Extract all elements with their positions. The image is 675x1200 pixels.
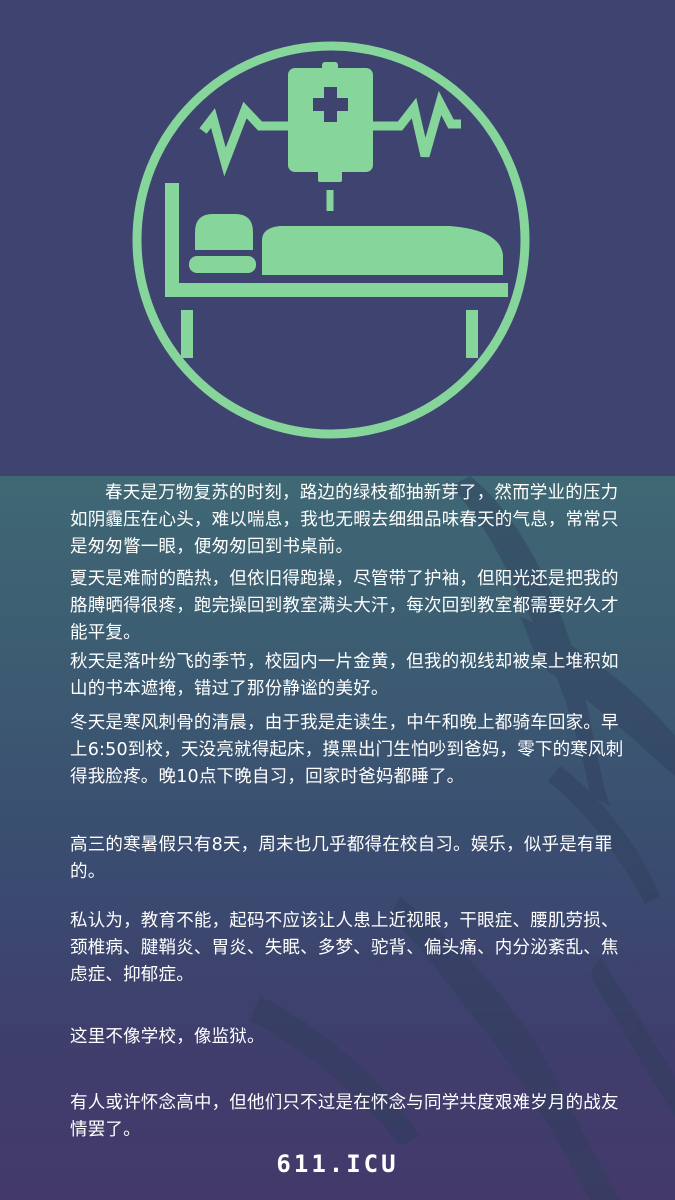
paragraph-nostalgia: 有人或许怀念高中，但他们只不过是在怀念与同学共度艰难岁月的战友情罢了。 <box>70 1093 619 1140</box>
paragraph-holiday: 高三的寒暑假只有8天，周末也几乎都得在校自习。娱乐，似乎是有罪的。 <box>70 835 613 882</box>
hero-banner <box>0 0 675 476</box>
paragraph-health: 私认为，教育不能，起码不应该让人患上近视眼，干眼症、腰肌劳损、颈椎病、腱鞘炎、胃… <box>70 911 619 985</box>
paragraph-summer: 夏天是难耐的酷热，但依旧得跑操，尽管带了护袖，但阳光还是把我的胳膊晒得很疼，跑完… <box>70 569 619 643</box>
site-footer-label: 611.ICU <box>276 1150 399 1178</box>
paragraph-autumn: 秋天是落叶纷飞的季节，校园内一片金黄，但我的视线却被桌上堆积如山的书本遮掩，错过… <box>70 652 619 699</box>
paragraph-winter: 冬天是寒风刺骨的清晨，由于我是走读生，中午和晚上都骑车回家。早上6:50到校，天… <box>70 713 624 787</box>
paragraph-spring: 春天是万物复苏的时刻，路边的绿枝都抽新芽了，然而学业的压力如阴霾压在心头，难以喘… <box>70 483 619 557</box>
hospital-bed-iv-drip-icon <box>132 41 530 439</box>
paragraph-prison: 这里不像学校，像监狱。 <box>70 1027 265 1047</box>
text-section: 春天是万物复苏的时刻，路边的绿枝都抽新芽了，然而学业的压力如阴霾压在心头，难以喘… <box>0 476 675 1200</box>
